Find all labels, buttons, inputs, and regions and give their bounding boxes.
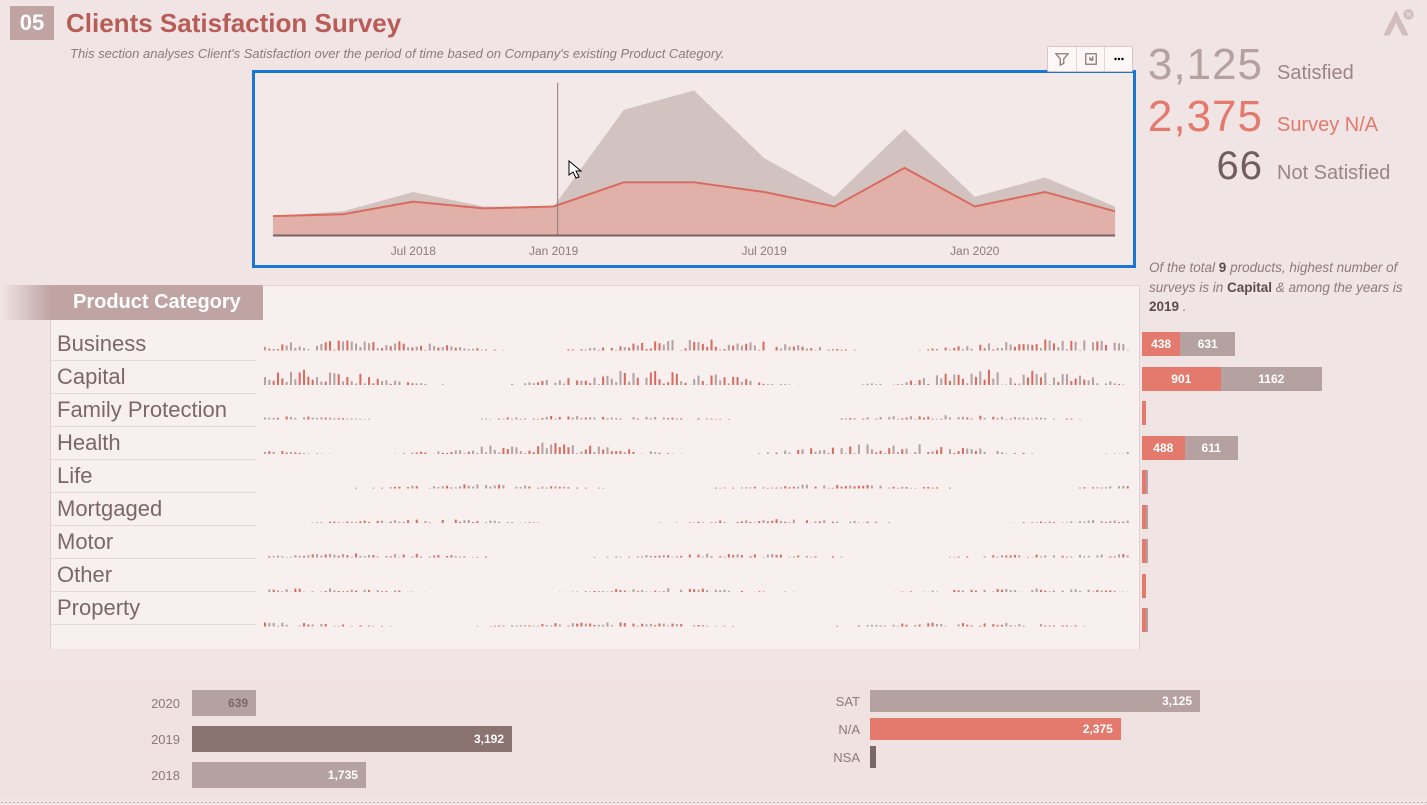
kpi-satisfied[interactable]: 3,125 Satisfied	[1137, 40, 1407, 90]
product-category-panel: Product Category BusinessCapitalFamily P…	[50, 285, 1140, 649]
bottom-bar-panel: 2020 639 2019 3,192 2018 1,735 SAT 3,125 N/A 2,3…	[0, 678, 1427, 798]
category-sparkline[interactable]	[264, 351, 1131, 386]
visual-toolbar	[1047, 46, 1133, 72]
category-bar[interactable]	[1142, 574, 1342, 598]
category-bar[interactable]	[1142, 470, 1342, 494]
category-bar[interactable]	[1142, 539, 1342, 563]
page-title: Clients Satisfaction Survey	[66, 8, 401, 39]
kpi-satisfied-label: Satisfied	[1277, 62, 1407, 85]
status-bar-label: NSA	[820, 750, 860, 765]
svg-text:Jan 2019: Jan 2019	[529, 244, 579, 258]
year-bar-value: 1,735	[192, 762, 366, 788]
kpi-na-value: 2,375	[1148, 92, 1263, 142]
category-bar[interactable]	[1142, 608, 1342, 632]
kpi-nsa-value: 66	[1217, 144, 1264, 189]
category-item[interactable]: Property	[51, 592, 256, 625]
year-bar[interactable]: 2018 1,735	[120, 762, 760, 788]
surveys-by-year-chart[interactable]: 2020 639 2019 3,192 2018 1,735	[120, 690, 760, 798]
category-sparkline[interactable]	[264, 454, 1131, 489]
category-item[interactable]: Other	[51, 559, 256, 592]
kpi-nsa-label: Not Satisfied	[1277, 162, 1407, 185]
category-bar[interactable]	[1142, 401, 1342, 425]
category-sparkline[interactable]	[264, 592, 1131, 627]
page-divider	[0, 801, 1427, 803]
product-category-header: Product Category	[51, 285, 263, 320]
kpi-panel: 3,125 Satisfied 2,375 Survey N/A 66 Not …	[1137, 40, 1407, 191]
category-sparkline[interactable]	[264, 558, 1131, 593]
status-bar-value: 2,375	[870, 718, 1121, 740]
category-stacked-bars[interactable]: 438631 9011162 488611	[1142, 332, 1342, 643]
category-sparkline[interactable]	[264, 489, 1131, 524]
category-bar[interactable]	[1142, 505, 1342, 529]
category-item[interactable]: Mortgaged	[51, 493, 256, 526]
narrative-text: Of the total 9 products, highest number …	[1149, 258, 1413, 317]
status-bar[interactable]: NSA	[820, 746, 1380, 768]
svg-text:Jul 2019: Jul 2019	[742, 244, 788, 258]
year-bar-label: 2020	[120, 696, 180, 711]
kpi-not-satisfied[interactable]: 66 Not Satisfied	[1137, 144, 1407, 189]
more-options-icon[interactable]	[1104, 47, 1132, 71]
focus-mode-icon[interactable]	[1076, 47, 1104, 71]
status-bar[interactable]: SAT 3,125	[820, 690, 1380, 712]
category-item[interactable]: Family Protection	[51, 394, 256, 427]
status-bar-label: N/A	[820, 722, 860, 737]
category-item[interactable]: Health	[51, 427, 256, 460]
year-bar[interactable]: 2019 3,192	[120, 726, 760, 752]
year-bar[interactable]: 2020 639	[120, 690, 760, 716]
category-item[interactable]: Motor	[51, 526, 256, 559]
year-bar-value: 3,192	[192, 726, 512, 752]
status-bar[interactable]: N/A 2,375	[820, 718, 1380, 740]
kpi-na-label: Survey N/A	[1277, 114, 1407, 137]
kpi-survey-na[interactable]: 2,375 Survey N/A	[1137, 92, 1407, 142]
svg-text:Jan 2020: Jan 2020	[950, 244, 1000, 258]
category-bar[interactable]: 9011162	[1142, 367, 1342, 391]
svg-text:Jul 2018: Jul 2018	[391, 244, 437, 258]
timeline-area-chart[interactable]: Jul 2018 Jan 2019 Jul 2019 Jan 2020	[252, 70, 1136, 268]
status-bar-value	[870, 746, 876, 768]
page-number-badge: 05	[10, 6, 54, 40]
status-bar-label: SAT	[820, 694, 860, 709]
year-bar-label: 2018	[120, 768, 180, 783]
svg-text:✕: ✕	[1405, 10, 1412, 20]
year-bar-value: 639	[192, 690, 256, 716]
category-sparkline[interactable]	[264, 316, 1131, 351]
category-sparkline[interactable]	[264, 523, 1131, 558]
category-sparkline[interactable]	[264, 420, 1131, 455]
category-item[interactable]: Capital	[51, 361, 256, 394]
product-sparklines[interactable]	[256, 286, 1139, 649]
kpi-satisfied-value: 3,125	[1148, 40, 1263, 90]
product-category-list: BusinessCapitalFamily ProtectionHealthLi…	[51, 286, 256, 649]
category-item[interactable]: Business	[51, 328, 256, 361]
category-bar[interactable]: 488611	[1142, 436, 1342, 460]
category-item[interactable]: Life	[51, 460, 256, 493]
year-bar-label: 2019	[120, 732, 180, 747]
category-bar[interactable]: 438631	[1142, 332, 1342, 356]
surveys-by-status-chart[interactable]: SAT 3,125 N/A 2,375 NSA	[820, 690, 1380, 798]
filter-icon[interactable]	[1048, 47, 1076, 71]
status-bar-value: 3,125	[870, 690, 1200, 712]
category-sparkline[interactable]	[264, 385, 1131, 420]
